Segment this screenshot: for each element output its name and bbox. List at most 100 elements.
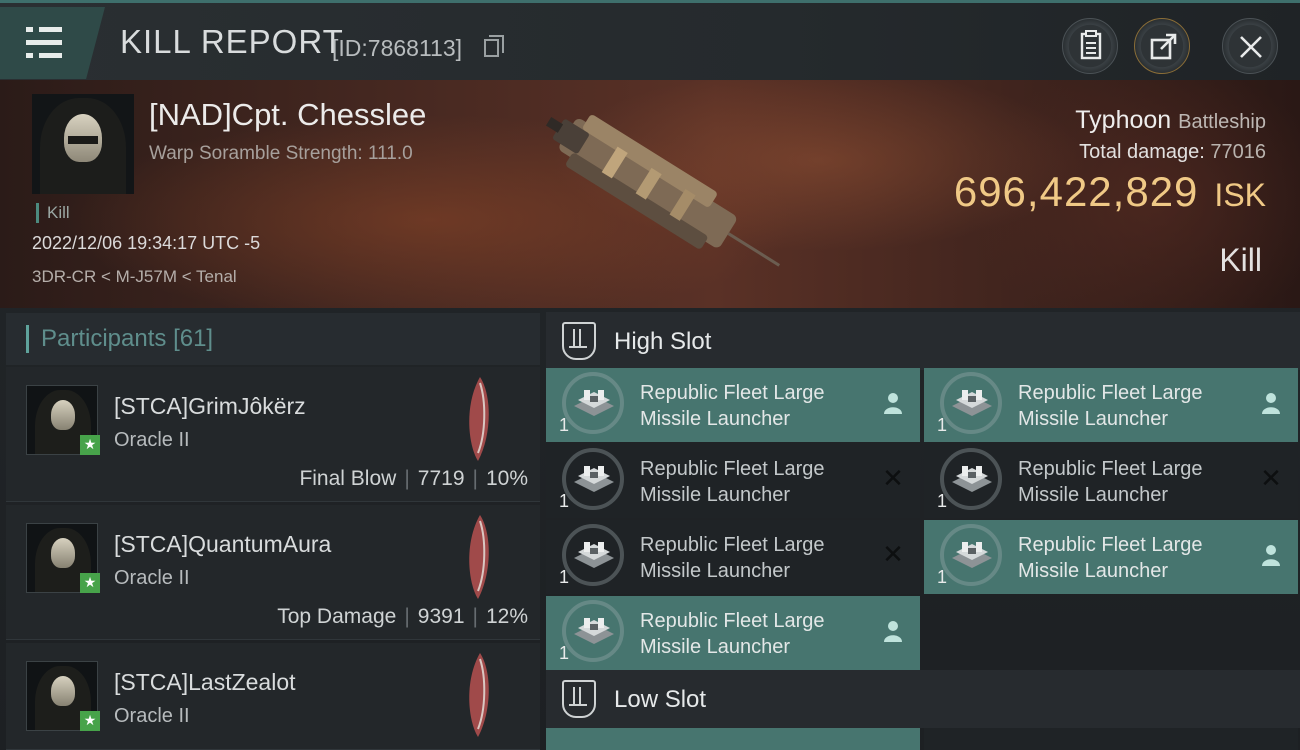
close-button[interactable]	[1222, 18, 1278, 74]
module-name-line1: Republic Fleet Large	[640, 382, 825, 404]
victim-banner: [NAD]Cpt. Chesslee Warp Soramble Strengt…	[0, 80, 1300, 308]
pilot-icon	[884, 393, 902, 414]
low-slot-module[interactable]	[924, 728, 1298, 750]
oracle-ship-icon	[469, 377, 489, 461]
report-id: [ID:7868113]	[332, 35, 463, 61]
participant-ship: Oracle II	[114, 705, 190, 727]
missile-launcher-icon	[574, 390, 614, 416]
low-slot-module[interactable]	[546, 728, 920, 750]
participants-count: [61]	[173, 325, 214, 352]
high-slot-module[interactable]: 1 Republic Fleet Large Missile Launcher	[546, 596, 920, 670]
kill-result: Kill	[1219, 242, 1262, 278]
participant-role: Final Blow	[299, 467, 397, 490]
star-badge-icon: ★	[80, 435, 100, 455]
close-icon	[1240, 36, 1262, 58]
oracle-ship-icon	[469, 515, 489, 599]
destroyed-x-icon: ✕	[882, 464, 904, 494]
kill-timestamp: 2022/12/06 19:34:17 UTC -5	[32, 233, 261, 253]
isk-amount: 696,422,829	[953, 168, 1199, 215]
participant-name: [STCA]QuantumAura	[114, 531, 332, 557]
participants-label: Participants	[41, 325, 167, 352]
participant-stats: Final Blow | 7719 | 10%	[299, 467, 528, 490]
victim-ship: Typhoon Battleship	[1075, 106, 1266, 135]
participant-damage: 7719	[417, 467, 465, 490]
high-slot-module[interactable]: 1 Republic Fleet Large Missile Launcher ✕	[546, 444, 920, 518]
missile-launcher-icon	[574, 466, 614, 492]
module-name-line2: Missile Launcher	[1018, 560, 1169, 582]
kill-report-screen: KILL REPORT [ID:7868113] [NAD]Cpt. Chess…	[0, 0, 1300, 750]
menu-button[interactable]	[0, 7, 105, 79]
participant-percent: 12%	[485, 605, 528, 628]
low-slot-icon	[562, 680, 596, 718]
participant-damage: 9391	[417, 605, 465, 628]
participant-card[interactable]: ★ [STCA]QuantumAura Oracle II Top Damage…	[6, 505, 540, 640]
module-quantity: 1	[937, 415, 948, 435]
high-slot-icon	[562, 322, 596, 360]
warp-scramble-strength: Warp Soramble Strength: 111.0	[149, 143, 413, 164]
high-slot-module[interactable]: 1 Republic Fleet Large Missile Launcher	[924, 520, 1298, 594]
ship-class: Battleship	[1178, 111, 1266, 133]
high-slot-module[interactable]: 1 Republic Fleet Large Missile Launcher ✕	[924, 444, 1298, 518]
missile-launcher-icon	[574, 618, 614, 644]
clipboard-button[interactable]	[1062, 18, 1118, 74]
module-quantity: 1	[559, 643, 570, 663]
module-name-line1: Republic Fleet Large	[1018, 382, 1203, 404]
module-name-line2: Missile Launcher	[640, 636, 791, 658]
module-quantity: 1	[559, 415, 570, 435]
share-button[interactable]	[1134, 18, 1190, 74]
kill-location: 3DR-CR < M-J57M < Tenal	[32, 267, 237, 286]
missile-launcher-icon	[952, 542, 992, 568]
total-damage-label: Total damage:	[1079, 141, 1205, 163]
total-damage-value: 77016	[1210, 141, 1266, 163]
module-quantity: 1	[559, 491, 570, 511]
module-name: Republic Fleet Large Missile Launcher	[640, 532, 860, 584]
module-name-line1: Republic Fleet Large	[1018, 534, 1203, 556]
module-name-line2: Missile Launcher	[640, 408, 791, 430]
high-slot-header: High Slot	[546, 312, 1300, 370]
high-slot-module[interactable]: 1 Republic Fleet Large Missile Launcher ✕	[546, 520, 920, 594]
oracle-ship-icon	[469, 653, 489, 737]
victim-avatar[interactable]	[32, 94, 134, 194]
isk-value: 696,422,829 ISK	[954, 168, 1266, 216]
missile-launcher-icon	[574, 542, 614, 568]
module-name-line2: Missile Launcher	[1018, 484, 1169, 506]
destroyed-x-icon: ✕	[1260, 464, 1282, 494]
participant-card[interactable]: ★ [STCA]GrimJôkërz Oracle II Final Blow |…	[6, 367, 540, 502]
ship-image	[545, 115, 781, 267]
module-name: Republic Fleet Large Missile Launcher	[640, 608, 860, 660]
pilot-icon	[1262, 545, 1280, 566]
participant-percent: 10%	[485, 467, 528, 490]
participants-title: Participants [61]	[26, 325, 213, 353]
missile-launcher-icon	[952, 390, 992, 416]
module-name: Republic Fleet Large Missile Launcher	[640, 456, 860, 508]
header-bar: KILL REPORT [ID:7868113]	[0, 0, 1300, 80]
total-damage: Total damage: 77016	[1079, 141, 1266, 164]
module-name: Republic Fleet Large Missile Launcher	[1018, 532, 1238, 584]
high-slot-module[interactable]: 1 Republic Fleet Large Missile Launcher	[924, 368, 1298, 442]
high-slot-label: High Slot	[614, 328, 712, 355]
clipboard-icon	[1080, 30, 1102, 60]
pilot-icon	[1262, 393, 1280, 414]
module-quantity: 1	[937, 567, 948, 587]
participant-ship: Oracle II	[114, 567, 190, 589]
module-name-line1: Republic Fleet Large	[640, 534, 825, 556]
kill-tag: Kill	[36, 203, 70, 223]
high-slot-module[interactable]: 1 Republic Fleet Large Missile Launcher	[546, 368, 920, 442]
participant-card[interactable]: ★ [STCA]LastZealot Oracle II	[6, 643, 540, 750]
page-title: KILL REPORT	[120, 23, 344, 60]
copy-icon[interactable]	[484, 35, 504, 57]
ship-name[interactable]: Typhoon	[1075, 106, 1171, 134]
star-badge-icon: ★	[80, 711, 100, 731]
participant-name: [STCA]LastZealot	[114, 669, 296, 695]
participant-ship: Oracle II	[114, 429, 190, 451]
pilot-icon	[884, 621, 902, 642]
module-quantity: 1	[559, 567, 570, 587]
low-slot-label: Low Slot	[614, 686, 707, 713]
module-name-line1: Republic Fleet Large	[640, 610, 825, 632]
module-name-line2: Missile Launcher	[1018, 408, 1169, 430]
victim-name[interactable]: [NAD]Cpt. Chesslee	[149, 97, 426, 133]
isk-unit: ISK	[1214, 177, 1266, 213]
module-name-line2: Missile Launcher	[640, 560, 791, 582]
module-name-line1: Republic Fleet Large	[1018, 458, 1203, 480]
module-name: Republic Fleet Large Missile Launcher	[1018, 456, 1238, 508]
